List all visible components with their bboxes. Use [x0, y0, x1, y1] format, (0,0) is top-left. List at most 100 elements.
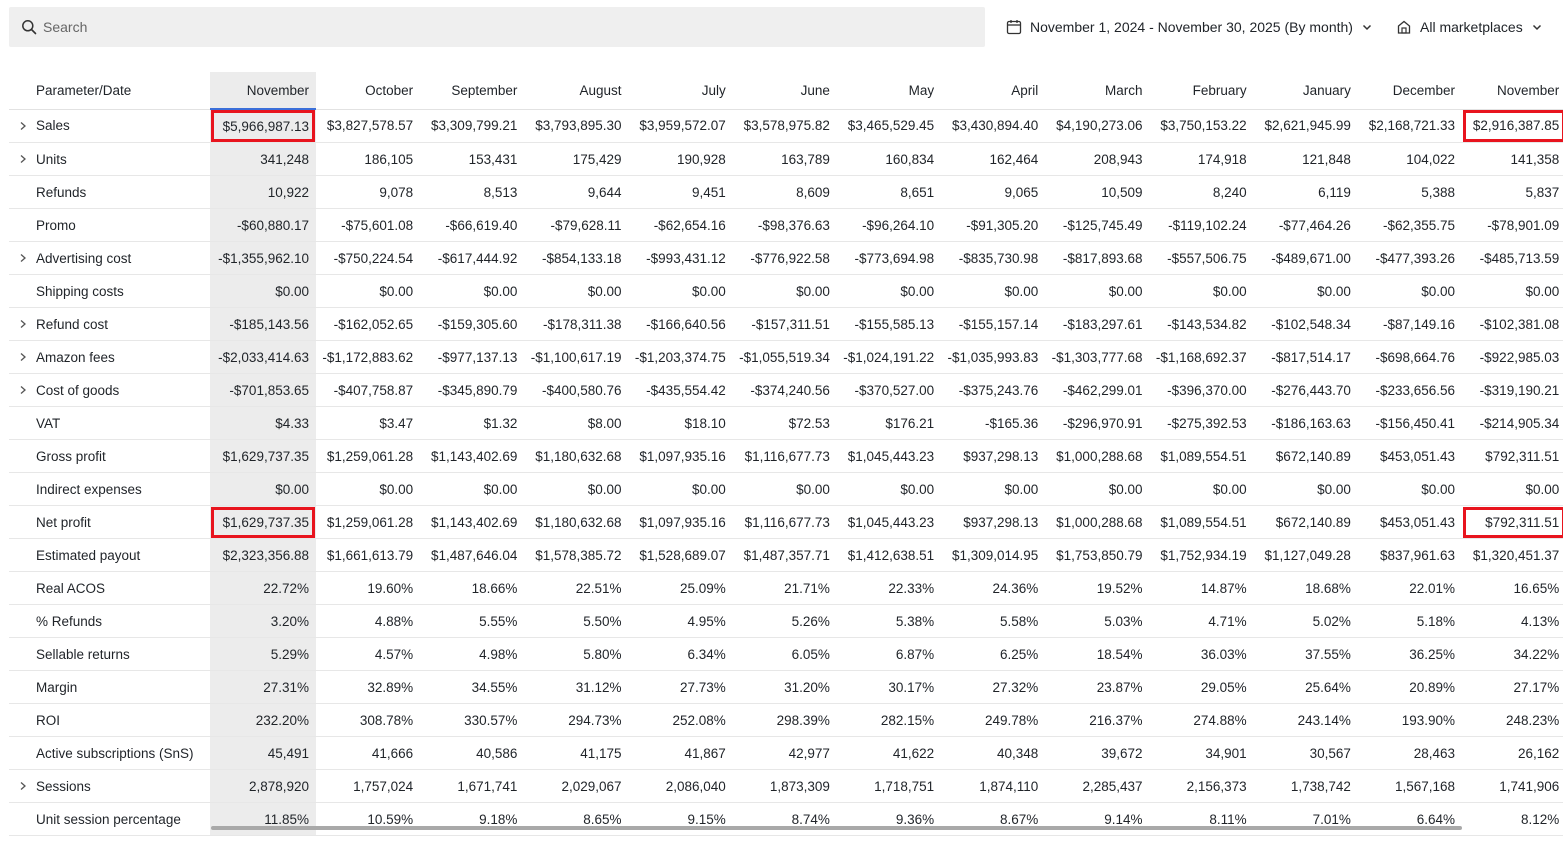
table-cell: $176.21 [836, 406, 942, 440]
table-body: Sales $5,966,987.13 $3,827,578.57 $3,309,79… [9, 109, 1563, 836]
table-cell: -$75,601.08 [316, 208, 421, 242]
table-cell: 9,644 [524, 175, 629, 209]
table-cell: $1,578,385.72 [524, 538, 629, 572]
table-cell: 2,156,373 [1149, 769, 1254, 803]
table-cell: $2,168,721.33 [1357, 109, 1463, 143]
table-header-row: Parameter/Date November October September A… [9, 72, 1563, 110]
table-cell: 30.17% [836, 670, 942, 704]
table-cell: 31.20% [732, 670, 837, 704]
chevron-right-icon[interactable] [18, 121, 28, 131]
marketplace-dropdown[interactable]: All marketplaces [1396, 10, 1543, 44]
column-header-parameter[interactable]: Parameter/Date [9, 72, 210, 110]
table-cell: 274.88% [1149, 703, 1254, 737]
column-header-month[interactable]: January [1253, 72, 1358, 110]
table-row: Units 341,248 186,105 153,431 175,429 190,928… [9, 142, 1563, 176]
table-cell: -$773,694.98 [836, 241, 942, 275]
row-label-cell[interactable]: Advertising cost [9, 241, 210, 275]
column-header-month[interactable]: November [210, 72, 316, 110]
search-box[interactable] [9, 7, 985, 47]
table-cell: -$993,431.12 [628, 241, 733, 275]
table-cell: 162,464 [941, 142, 1046, 176]
chevron-right-icon[interactable] [18, 352, 28, 362]
table-cell: 22.01% [1357, 571, 1463, 605]
table-cell: 9.36% [836, 802, 942, 836]
table-cell: 4.98% [420, 637, 525, 671]
table-cell: 1,738,742 [1253, 769, 1358, 803]
column-header-month[interactable]: July [628, 72, 733, 110]
row-label-cell[interactable]: Refund cost [9, 307, 210, 341]
chevron-right-icon[interactable] [18, 781, 28, 791]
table-cell: 5,837 [1462, 175, 1563, 209]
table-cell: 2,285,437 [1045, 769, 1150, 803]
table-cell: $0.00 [1357, 472, 1463, 506]
column-header-month[interactable]: October [316, 72, 421, 110]
table-cell: 9,065 [941, 175, 1046, 209]
chevron-right-icon[interactable] [18, 319, 28, 329]
table-cell: 252.08% [628, 703, 733, 737]
table-cell: 2,086,040 [628, 769, 733, 803]
horizontal-scrollbar[interactable] [211, 826, 1462, 830]
row-label: Promo [36, 217, 76, 233]
table-row: Real ACOS 22.72% 19.60% 18.66% 22.51% 25.09% 2… [9, 571, 1563, 605]
table-cell: -$485,713.59 [1462, 241, 1563, 275]
table-cell: 26,162 [1462, 736, 1563, 770]
table-cell: 27.17% [1462, 670, 1563, 704]
table-cell: $0.00 [836, 472, 942, 506]
table-cell: -$159,305.60 [420, 307, 525, 341]
table-cell: 36.03% [1149, 637, 1254, 671]
table-cell: 37.55% [1253, 637, 1358, 671]
table-cell: -$400,580.76 [524, 373, 629, 407]
column-header-month[interactable]: May [836, 72, 942, 110]
column-header-month[interactable]: November [1462, 72, 1563, 110]
row-label-cell[interactable]: Units [9, 142, 210, 176]
table-cell: 1,567,168 [1357, 769, 1463, 803]
table-cell: -$370,527.00 [836, 373, 942, 407]
report-table-container: Parameter/Date November October September A… [9, 72, 1563, 836]
table-cell: $3,465,529.45 [836, 109, 942, 143]
table-cell: $3.47 [316, 406, 421, 440]
table-cell: 1,873,309 [732, 769, 837, 803]
table-cell: 4.57% [316, 637, 421, 671]
row-label-cell[interactable]: Sales [9, 109, 210, 143]
column-header-month[interactable]: August [524, 72, 629, 110]
row-label-cell[interactable]: Sessions [9, 769, 210, 803]
table-cell: -$396,370.00 [1149, 373, 1254, 407]
table-row: Sellable returns 5.29% 4.57% 4.98% 5.80% 6.34… [9, 637, 1563, 671]
table-cell: 8.74% [732, 802, 837, 836]
table-cell: 9.15% [628, 802, 733, 836]
table-cell: 41,867 [628, 736, 733, 770]
column-header-month[interactable]: February [1149, 72, 1254, 110]
row-label-cell: Active subscriptions (SnS) [9, 736, 210, 770]
search-input[interactable] [41, 18, 945, 36]
column-header-month[interactable]: June [732, 72, 837, 110]
table-row: Amazon fees -$2,033,414.63 -$1,172,883.62-… [9, 340, 1563, 374]
row-label-cell[interactable]: Cost of goods [9, 373, 210, 407]
table-cell: $1,259,061.28 [316, 505, 421, 539]
table-cell: -$1,168,692.37 [1149, 340, 1254, 374]
table-cell: 41,622 [836, 736, 942, 770]
table-cell: 23.87% [1045, 670, 1150, 704]
table-cell: $0.00 [1045, 274, 1150, 308]
date-range-dropdown[interactable]: November 1, 2024 - November 30, 2025 (By… [1006, 10, 1373, 44]
table-cell: $0.00 [1045, 472, 1150, 506]
table-cell: -$1,355,962.10 [210, 241, 316, 275]
table-cell: -$275,392.53 [1149, 406, 1254, 440]
column-header-month[interactable]: December [1357, 72, 1463, 110]
table-cell: 1,874,110 [941, 769, 1046, 803]
table-cell: 40,348 [941, 736, 1046, 770]
table-cell: $1,143,402.69 [420, 505, 525, 539]
table-cell: $3,959,572.07 [628, 109, 733, 143]
row-label-cell[interactable]: Amazon fees [9, 340, 210, 374]
table-cell: $0.00 [628, 472, 733, 506]
table-cell: $0.00 [732, 274, 837, 308]
column-header-month[interactable]: September [420, 72, 525, 110]
chevron-right-icon[interactable] [18, 154, 28, 164]
column-header-month[interactable]: April [941, 72, 1046, 110]
table-cell: 10.59% [316, 802, 421, 836]
chevron-right-icon[interactable] [18, 385, 28, 395]
chevron-right-icon[interactable] [18, 253, 28, 263]
column-header-month[interactable]: March [1045, 72, 1150, 110]
row-label-cell: Refunds [9, 175, 210, 209]
table-cell: -$435,554.42 [628, 373, 733, 407]
table-cell: 8,651 [836, 175, 942, 209]
